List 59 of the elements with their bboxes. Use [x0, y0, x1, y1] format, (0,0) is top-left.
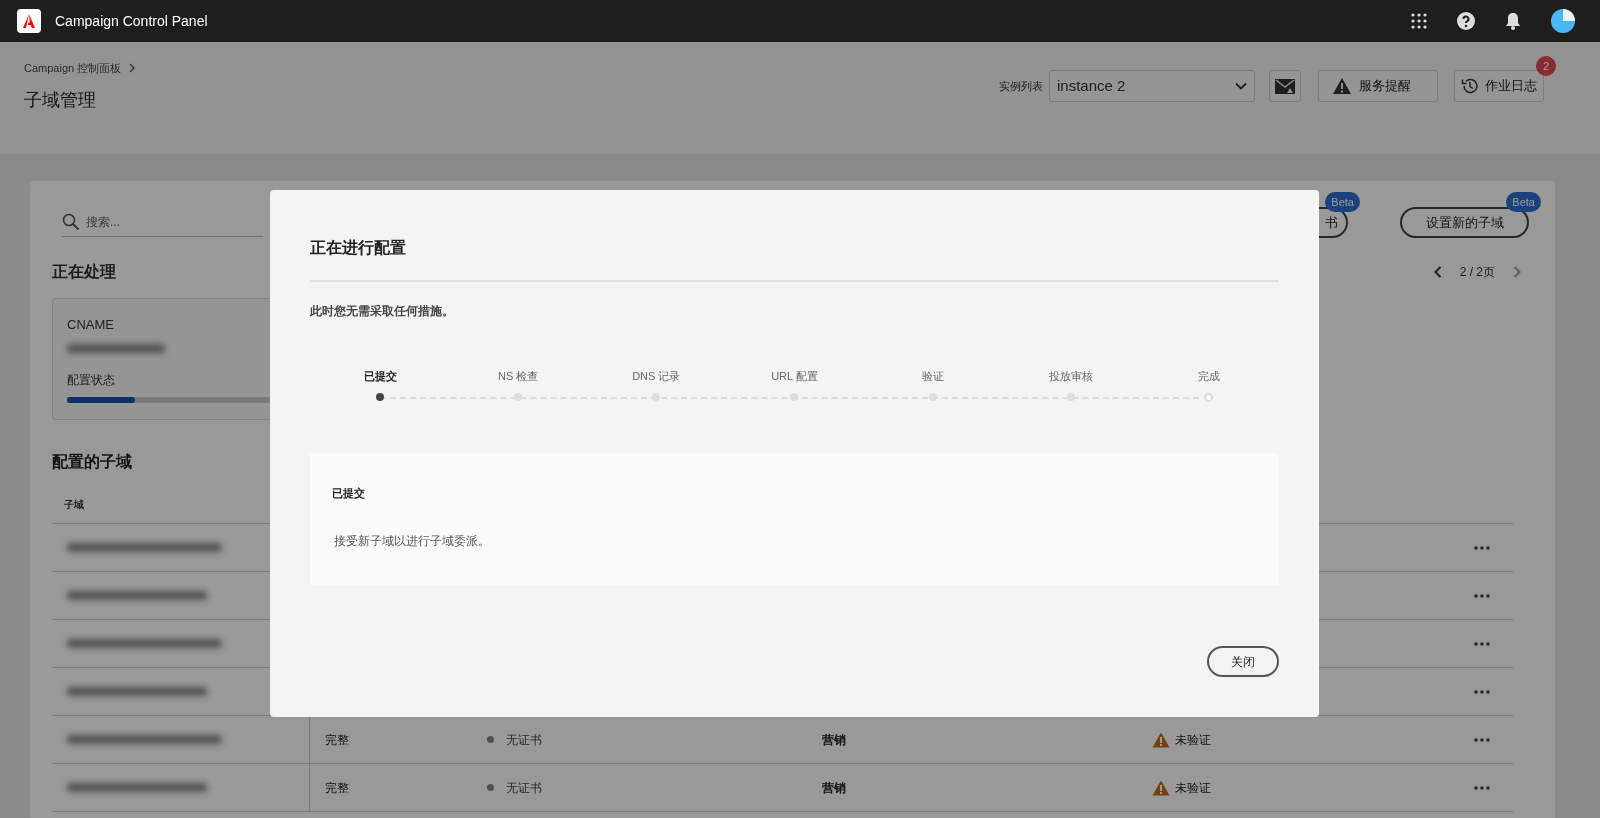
search-icon: [62, 212, 80, 231]
instance-dropdown[interactable]: instance 2: [1049, 70, 1255, 102]
more-icon[interactable]: [1474, 593, 1490, 598]
more-icon[interactable]: [1474, 545, 1490, 550]
page-title: 子域管理: [24, 88, 97, 112]
search-input[interactable]: 搜索...: [86, 212, 236, 231]
more-icon[interactable]: [1474, 641, 1490, 646]
more-icon[interactable]: [1474, 737, 1490, 742]
cname-label: CNAME: [67, 316, 114, 334]
mail-alert-button[interactable]: [1269, 70, 1301, 102]
warning-icon: [1152, 731, 1170, 748]
detail-title: 已提交: [332, 486, 366, 501]
help-icon[interactable]: [1457, 12, 1475, 30]
notification-badge: 2: [1536, 56, 1556, 76]
breadcrumb-link[interactable]: Campaign 控制面板: [24, 60, 122, 77]
chevron-right-icon: [129, 63, 136, 74]
app-title: Campaign Control Panel: [55, 11, 208, 31]
detail-text: 接受新子域以进行子域委派。: [334, 532, 491, 550]
step-label: 验证: [921, 369, 944, 384]
step-label: 完成: [1197, 369, 1220, 384]
warning-icon: [1333, 78, 1351, 94]
table-cell-text: 未验证: [1175, 731, 1211, 749]
history-icon: [1461, 77, 1479, 95]
service-alerts-button[interactable]: 服务提醒: [1318, 70, 1438, 102]
step-label: URL 配置: [771, 369, 818, 384]
step-label: NS 检查: [498, 369, 539, 384]
column-header: 子域: [64, 498, 84, 512]
table-cell-text: 营销: [822, 779, 847, 797]
more-icon[interactable]: [1474, 689, 1490, 694]
logo-icon[interactable]: [17, 9, 41, 33]
step-label: 已提交: [363, 369, 397, 384]
avatar-icon[interactable]: [1551, 9, 1575, 33]
table-cell-text: 营销: [822, 731, 847, 749]
step-label: 投放审核: [1048, 369, 1093, 384]
notification-bell-icon[interactable]: [1505, 12, 1521, 30]
status-label: 配置状态: [67, 371, 115, 389]
table-cell-text: 未验证: [1175, 779, 1211, 797]
page-indicator: 2 / 2页: [1459, 264, 1495, 281]
dialog-title: 正在进行配置: [310, 238, 407, 258]
instance-label: 实例列表: [999, 78, 1043, 94]
apps-grid-icon[interactable]: [1411, 13, 1427, 29]
previous-page-icon[interactable]: [1433, 266, 1442, 278]
chevron-down-icon: [1235, 82, 1247, 90]
table-cell-text: 无证书: [506, 779, 542, 797]
step-label: DNS 记录: [632, 369, 681, 384]
table-cell-text: 完整: [325, 731, 350, 749]
beta-badge: Beta: [1506, 192, 1541, 212]
table-cell-text: 无证书: [506, 731, 542, 749]
section-heading: 正在处理: [52, 262, 116, 282]
search-box[interactable]: 搜索...: [62, 207, 263, 237]
more-icon[interactable]: [1474, 785, 1490, 790]
warning-icon: [1152, 779, 1170, 796]
action-button[interactable]: 设置新的子域: [1400, 207, 1529, 238]
beta-badge: Beta: [1325, 192, 1360, 212]
mail-icon: [1275, 78, 1295, 94]
section-heading: 配置的子域: [52, 452, 133, 472]
job-log-button[interactable]: 作业日志: [1454, 70, 1544, 102]
close-button[interactable]: 关闭: [1207, 646, 1279, 677]
table-cell-text: 完整: [325, 779, 350, 797]
